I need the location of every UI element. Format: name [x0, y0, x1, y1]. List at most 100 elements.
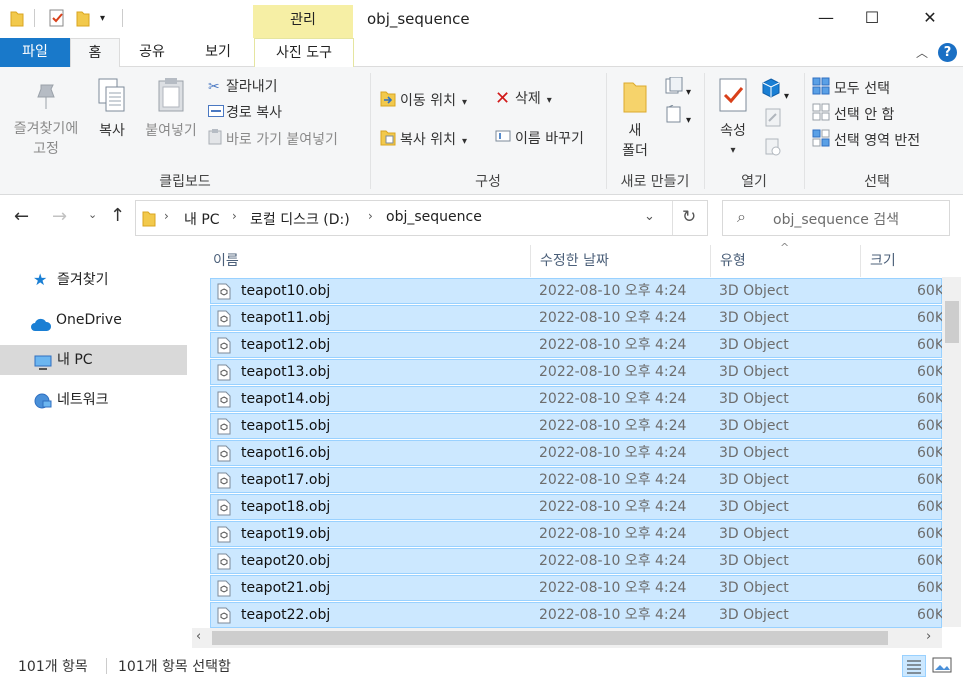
column-divider[interactable] [530, 245, 531, 277]
address-bar[interactable]: › 내 PC › 로컬 디스크 (D:) › obj_sequence ⌄ ↻ [135, 200, 708, 236]
new-item-button[interactable]: ▾ [664, 76, 692, 99]
column-header-date[interactable]: 수정한 날짜 [540, 251, 609, 271]
move-to-button[interactable]: 이동 위치 ▾ [380, 89, 467, 113]
search-input[interactable]: obj_sequence 검색 [773, 209, 899, 229]
horizontal-scroll-thumb[interactable] [212, 631, 888, 645]
tab-view[interactable]: 보기 [184, 38, 252, 67]
column-divider[interactable] [860, 245, 861, 277]
file-size: 60K [917, 337, 942, 353]
recent-locations-chevron-icon[interactable]: ⌄ [88, 208, 97, 221]
file-row[interactable]: teapot13.obj 2022-08-10 오후 4:24 3D Object 6… [210, 359, 942, 385]
file-size: 60K [917, 499, 942, 515]
file-row[interactable]: teapot21.obj 2022-08-10 오후 4:24 3D Object 6… [210, 575, 942, 601]
column-header-type[interactable]: 유형 [720, 251, 746, 271]
file-row[interactable]: teapot22.obj 2022-08-10 오후 4:24 3D Object 6… [210, 602, 942, 628]
maximize-button[interactable]: ☐ [849, 0, 895, 38]
properties-button[interactable]: 속성 ▾ [712, 77, 754, 161]
search-box[interactable]: ⌕ obj_sequence 검색 [722, 200, 950, 236]
address-dropdown-icon[interactable]: ⌄ [644, 209, 655, 224]
breadcrumb-local-disk[interactable]: 로컬 디스크 (D:) [250, 209, 350, 229]
invert-selection-button[interactable]: 선택 영역 반전 [812, 129, 920, 153]
open-button[interactable]: ▾ [760, 77, 789, 103]
help-icon[interactable]: ? [938, 43, 957, 62]
breadcrumb-this-pc[interactable]: 내 PC [184, 209, 220, 229]
file-row[interactable]: teapot18.obj 2022-08-10 오후 4:24 3D Object 6… [210, 494, 942, 520]
new-folder-button[interactable]: 새 폴더 [612, 77, 658, 161]
column-header-size[interactable]: 크기 [870, 251, 896, 271]
nav-item-label: OneDrive [56, 312, 122, 328]
select-all-icon [812, 77, 834, 101]
file-name: teapot16.obj [241, 445, 331, 461]
column-header-name[interactable]: 이름 [213, 251, 239, 271]
scroll-right-icon[interactable]: › [926, 629, 931, 644]
breadcrumb-obj-sequence[interactable]: obj_sequence [386, 209, 482, 225]
details-view-icon[interactable] [902, 655, 926, 677]
breadcrumb-separator-icon[interactable]: › [232, 209, 237, 223]
file-date: 2022-08-10 오후 4:24 [539, 553, 687, 569]
file-name: teapot19.obj [241, 526, 331, 542]
customize-quick-access-icon[interactable]: ▾ [100, 9, 105, 29]
copy-button[interactable]: 복사 [92, 77, 132, 141]
new-item-dropdown-icon: ▾ [686, 87, 692, 98]
nav-item-quick-access[interactable]: ★ 즐겨찾기 [0, 265, 187, 295]
copy-label: 복사 [99, 123, 125, 139]
file-type: 3D Object [719, 553, 789, 569]
breadcrumb-separator-icon[interactable]: › [368, 209, 373, 223]
minimize-button[interactable]: — [803, 0, 849, 38]
horizontal-scrollbar[interactable]: ‹ › [192, 628, 942, 648]
file-row[interactable]: teapot19.obj 2022-08-10 오후 4:24 3D Object 6… [210, 521, 942, 547]
file-row[interactable]: teapot11.obj 2022-08-10 오후 4:24 3D Object 6… [210, 305, 942, 331]
refresh-icon[interactable]: ↻ [682, 207, 696, 227]
file-row[interactable]: teapot16.obj 2022-08-10 오후 4:24 3D Object 6… [210, 440, 942, 466]
nav-item-label: 내 PC [57, 352, 93, 368]
file-row[interactable]: teapot12.obj 2022-08-10 오후 4:24 3D Object 6… [210, 332, 942, 358]
tab-file[interactable]: 파일 [0, 38, 70, 67]
divider [34, 9, 35, 27]
nav-item-this-pc[interactable]: 내 PC [0, 345, 187, 375]
tab-home[interactable]: 홈 [70, 38, 120, 68]
cloud-icon [30, 313, 52, 343]
breadcrumb-separator-icon[interactable]: › [164, 209, 169, 223]
new-group-label: 새로 만들기 [620, 174, 690, 190]
rename-button[interactable]: 이름 바꾸기 [495, 128, 584, 150]
copy-path-button[interactable]: 경로 복사 [208, 103, 282, 123]
divider [106, 658, 107, 674]
forward-arrow-icon[interactable]: → [52, 206, 67, 227]
edit-button[interactable] [764, 107, 782, 131]
tab-share[interactable]: 공유 [120, 38, 184, 67]
file-row[interactable]: teapot10.obj 2022-08-10 오후 4:24 3D Object 6… [210, 278, 942, 304]
divider [672, 201, 673, 235]
paste-shortcut-button[interactable]: 바로 가기 붙여넣기 [208, 129, 338, 151]
tab-picture-tools[interactable]: 사진 도구 [254, 38, 354, 67]
nav-item-network[interactable]: 네트워크 [0, 385, 187, 415]
collapse-ribbon-icon[interactable]: ︿ [916, 44, 928, 61]
file-size: 60K [917, 283, 942, 299]
new-folder-quick-icon[interactable] [76, 9, 90, 29]
file-row[interactable]: teapot17.obj 2022-08-10 오후 4:24 3D Object 6… [210, 467, 942, 493]
select-none-button[interactable]: 선택 안 함 [812, 103, 894, 127]
back-arrow-icon[interactable]: ← [14, 206, 29, 227]
cut-button[interactable]: ✂ 잘라내기 [208, 77, 278, 97]
up-arrow-icon[interactable]: ↑ [110, 205, 125, 226]
easy-access-button[interactable]: ▾ [664, 104, 691, 127]
vertical-scrollbar[interactable] [942, 277, 961, 627]
copy-to-button[interactable]: 복사 위치 ▾ [380, 128, 467, 152]
file-row[interactable]: teapot20.obj 2022-08-10 오후 4:24 3D Object 6… [210, 548, 942, 574]
history-button[interactable] [764, 137, 782, 161]
properties-quick-icon[interactable] [48, 9, 66, 29]
file-name: teapot15.obj [241, 418, 331, 434]
file-type: 3D Object [719, 310, 789, 326]
file-row[interactable]: teapot15.obj 2022-08-10 오후 4:24 3D Object 6… [210, 413, 942, 439]
large-icons-view-icon[interactable] [932, 656, 952, 678]
paste-button[interactable]: 붙여넣기 [138, 77, 204, 141]
nav-item-onedrive[interactable]: OneDrive [0, 305, 187, 335]
pin-to-quick-access-button[interactable]: 즐겨찾기에 고정 [4, 81, 88, 159]
scroll-left-icon[interactable]: ‹ [196, 629, 201, 644]
select-all-button[interactable]: 모두 선택 [812, 77, 890, 101]
delete-button[interactable]: ✕ 삭제 ▾ [495, 89, 552, 111]
vertical-scroll-thumb[interactable] [945, 301, 959, 343]
file-row[interactable]: teapot14.obj 2022-08-10 오후 4:24 3D Object 6… [210, 386, 942, 412]
ribbon: 즐겨찾기에 고정 복사 붙여넣기 ✂ 잘라내기 경로 복사 바로 가기 붙여넣기 … [0, 67, 963, 195]
column-divider[interactable] [710, 245, 711, 277]
close-button[interactable]: ✕ [907, 0, 953, 38]
